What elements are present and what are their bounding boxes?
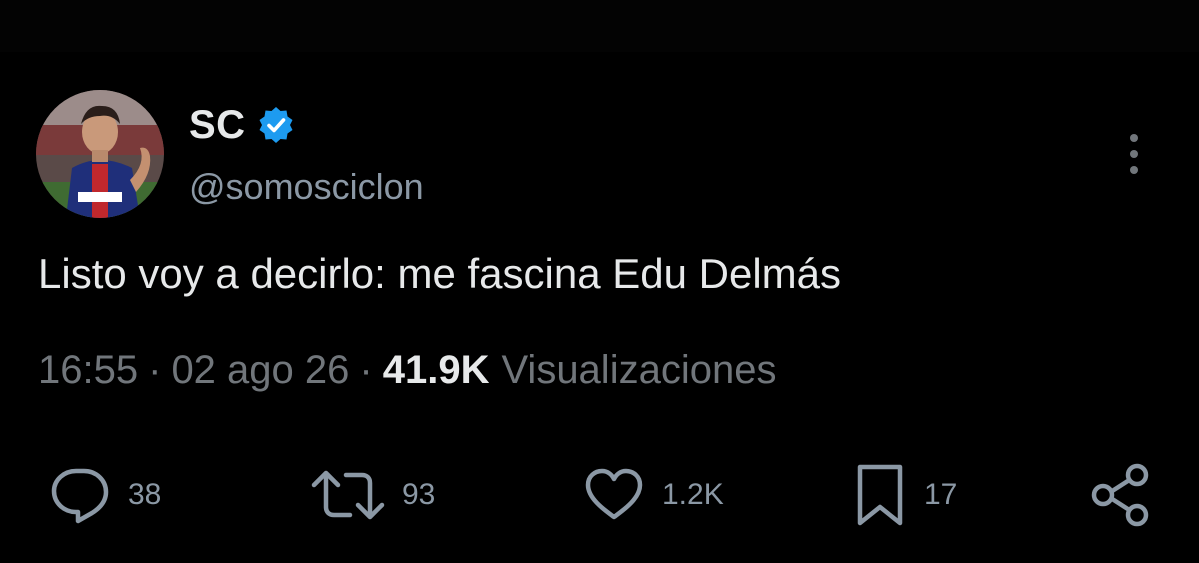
tweet-date[interactable]: 02 ago 26 (171, 348, 349, 393)
tweet-time[interactable]: 16:55 (38, 348, 138, 393)
reply-icon (51, 468, 109, 524)
share-button[interactable] (1088, 460, 1152, 530)
more-options-icon[interactable] (1120, 132, 1148, 176)
reply-button[interactable]: 38 (48, 460, 161, 530)
views-label: Visualizaciones (501, 348, 777, 392)
meta-separator-2: · (359, 348, 373, 392)
verified-badge-icon (256, 105, 296, 145)
retweet-count: 93 (402, 478, 436, 511)
author-handle[interactable]: @somosciclon (189, 166, 424, 208)
bookmark-button[interactable]: 17 (852, 460, 957, 530)
reply-count: 38 (128, 478, 162, 511)
tweet-page: SC @somosciclon Listo voy a decirlo: me … (0, 0, 1199, 563)
views-count: 41.9K (382, 348, 490, 392)
avatar-photo (36, 90, 164, 218)
like-button[interactable]: 1.2K (582, 460, 724, 530)
tweet-text: Listo voy a decirlo: me fascina Edu Delm… (38, 250, 842, 297)
retweet-icon (311, 470, 385, 520)
retweet-button[interactable]: 93 (310, 460, 435, 530)
heart-icon (585, 468, 643, 520)
avatar[interactable] (36, 90, 164, 218)
author-name-row: SC (189, 100, 296, 150)
tweet-meta: 16:55 · 02 ago 26 · 41.9K Visualizacione… (38, 348, 776, 393)
author-name[interactable]: SC (189, 103, 246, 148)
like-count: 1.2K (662, 478, 724, 511)
action-bar: 38 93 1.2K 17 (0, 460, 1199, 530)
bookmark-icon (857, 464, 903, 526)
share-icon (1091, 463, 1149, 527)
meta-separator: · (148, 348, 162, 392)
top-band (0, 0, 1199, 52)
bookmark-count: 17 (924, 478, 958, 511)
